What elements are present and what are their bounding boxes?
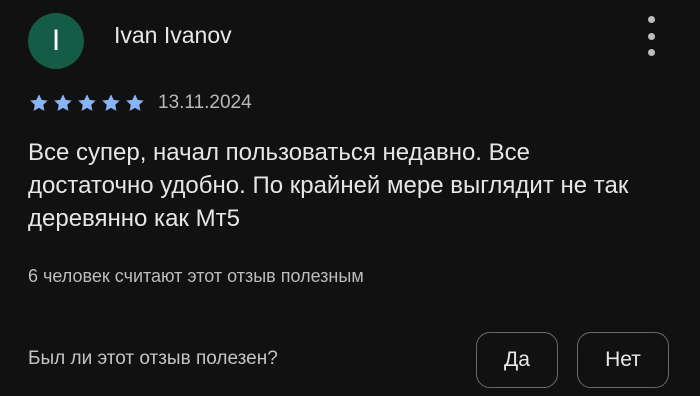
more-vert-icon[interactable] — [640, 16, 662, 56]
star-icon — [102, 94, 120, 111]
avatar-letter: I — [51, 24, 61, 57]
helpful-no-button[interactable]: Нет — [577, 332, 669, 388]
helpful-question: Был ли этот отзыв полезен? — [28, 348, 278, 369]
helpful-yes-button[interactable]: Да — [476, 332, 558, 388]
star-icon — [78, 94, 96, 111]
star-icon — [30, 94, 48, 111]
star-rating — [28, 92, 146, 114]
avatar: I — [28, 13, 84, 69]
author-name: Ivan Ivanov — [114, 22, 232, 48]
review-text: Все супер, начал пользоваться недавно. В… — [28, 139, 629, 232]
helpful-count: 6 человек считают этот отзыв полезным — [28, 266, 364, 286]
star-icon — [126, 94, 144, 111]
review-date: 13.11.2024 — [158, 92, 252, 113]
star-icon — [54, 94, 72, 111]
rating-row: 13.11.2024 — [28, 92, 252, 114]
